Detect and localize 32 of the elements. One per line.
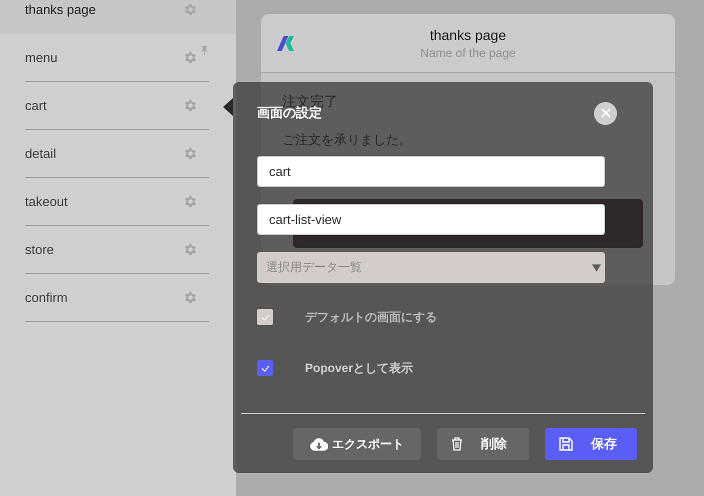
gear-icon[interactable] <box>183 290 198 305</box>
gear-icon[interactable] <box>183 242 198 257</box>
sidebar-item[interactable]: takeout <box>0 178 236 226</box>
page-subtitle: Name of the page <box>420 46 516 60</box>
gear-icon[interactable] <box>183 194 198 209</box>
close-icon <box>600 108 610 118</box>
sidebar-item[interactable]: cart <box>0 82 236 130</box>
caret-icon <box>592 264 601 272</box>
gear-icon[interactable] <box>183 50 198 65</box>
gear-icon[interactable] <box>183 2 198 17</box>
sidebar-item[interactable]: detail <box>0 130 236 178</box>
id-input-field[interactable]: cart-list-view <box>257 204 605 235</box>
checkbox-label: Popoverとして表示 <box>305 360 414 376</box>
gear-icon[interactable] <box>183 98 198 113</box>
check-icon <box>260 364 270 372</box>
sidebar-item[interactable]: store <box>0 226 236 274</box>
cloud-download-icon <box>310 438 328 450</box>
check-icon <box>260 314 270 320</box>
logo-icon <box>277 36 294 50</box>
close-button[interactable] <box>594 102 617 124</box>
export-button[interactable]: エクスポート <box>293 428 421 460</box>
sidebar-item[interactable]: thanks page <box>0 0 236 34</box>
sidebar-item[interactable]: confirm <box>0 274 236 322</box>
sidebar-item[interactable]: menu <box>0 34 236 82</box>
delete-button[interactable]: 削除 <box>437 428 529 460</box>
page-title: thanks page <box>430 26 506 42</box>
trash-icon <box>451 437 463 451</box>
gear-icon[interactable] <box>183 146 198 161</box>
save-button[interactable]: 保存 <box>545 428 637 460</box>
name-input-field[interactable]: cart <box>257 156 605 187</box>
checkbox-label: デフォルトの画面にする <box>305 308 437 326</box>
checkbox[interactable] <box>257 360 273 376</box>
